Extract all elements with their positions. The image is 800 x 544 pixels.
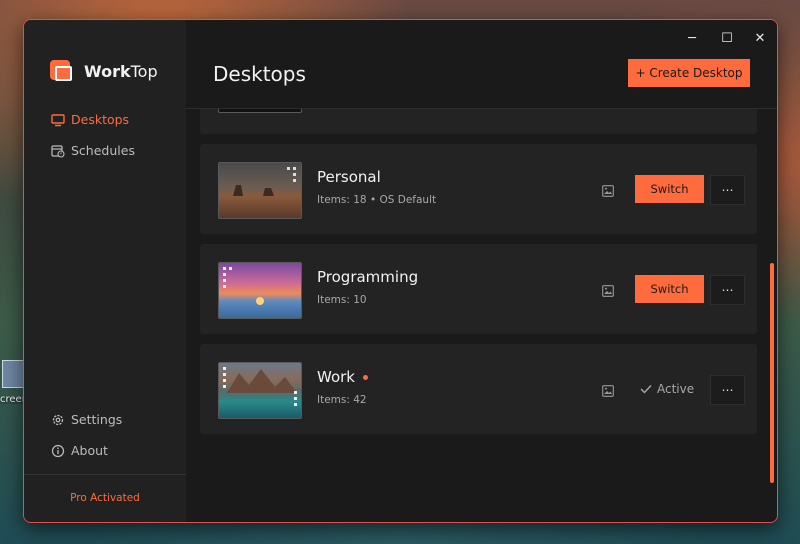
sidebar-item-desktops[interactable]: Desktops	[51, 112, 129, 127]
desktop-file-icon[interactable]	[2, 360, 24, 388]
more-options-icon[interactable]: ⋯	[710, 275, 745, 305]
license-status: Pro Activated	[70, 492, 140, 504]
desktop-card: Work Items: 42 Active ⋯	[200, 344, 757, 434]
sidebar-item-label: Settings	[71, 412, 123, 427]
brand-name: WorkTop	[84, 61, 158, 81]
image-icon[interactable]	[602, 382, 614, 397]
desktop-meta: Items: 18 • OS Default	[317, 194, 437, 206]
desktop-thumbnail	[218, 162, 302, 219]
desktop-name: Personal	[317, 168, 381, 186]
sidebar-item-about[interactable]: About	[51, 443, 108, 458]
more-options-icon[interactable]: ⋯	[710, 375, 745, 405]
main-panel: Desktops + Create Desktop ─ ☐ ✕ Personal…	[186, 20, 777, 522]
sidebar: WorkTop Desktops Schedules Settings Abou…	[24, 20, 186, 522]
sidebar-item-label: Desktops	[71, 112, 130, 127]
desktop-thumbnail	[218, 262, 302, 319]
check-icon	[640, 385, 652, 394]
brand: WorkTop	[50, 60, 158, 82]
create-desktop-button[interactable]: + Create Desktop	[628, 59, 750, 87]
info-icon	[51, 444, 65, 458]
desktop-card: Personal Items: 18 • OS Default Switch ⋯	[200, 144, 757, 234]
desktop-name: Work	[317, 368, 368, 386]
active-indicator-dot	[362, 374, 368, 380]
calendar-clock-icon	[51, 144, 65, 158]
image-icon[interactable]	[602, 282, 614, 297]
desktop-list[interactable]: Personal Items: 18 • OS Default Switch ⋯…	[186, 109, 777, 522]
sidebar-item-schedules[interactable]: Schedules	[51, 143, 135, 158]
monitor-icon	[51, 113, 65, 127]
desktop-card: Programming Items: 10 Switch ⋯	[200, 244, 757, 334]
more-options-icon[interactable]: ⋯	[710, 175, 745, 205]
page-title: Desktops	[213, 62, 306, 86]
header: Desktops + Create Desktop ─ ☐ ✕	[186, 20, 777, 109]
sidebar-divider	[24, 474, 186, 475]
app-window: WorkTop Desktops Schedules Settings Abou…	[23, 19, 778, 523]
desktop-thumbnail	[218, 109, 302, 113]
minimize-icon[interactable]: ─	[684, 30, 700, 46]
close-icon[interactable]: ✕	[752, 30, 768, 46]
desktop-meta: Items: 10	[317, 294, 367, 306]
gear-icon	[51, 413, 65, 427]
switch-button[interactable]: Switch	[635, 175, 704, 203]
switch-button[interactable]: Switch	[635, 275, 704, 303]
desktop-meta: Items: 42	[317, 394, 367, 406]
scrollbar-thumb[interactable]	[770, 263, 774, 483]
sidebar-item-settings[interactable]: Settings	[51, 412, 122, 427]
sidebar-item-label: Schedules	[71, 143, 135, 158]
desktop-card-partial	[200, 109, 757, 134]
image-icon[interactable]	[602, 182, 614, 197]
desktop-name: Programming	[317, 268, 419, 286]
worktop-logo-icon	[50, 60, 72, 82]
sidebar-item-label: About	[71, 443, 108, 458]
desktop-thumbnail	[218, 362, 302, 419]
active-status: Active	[640, 382, 694, 396]
maximize-icon[interactable]: ☐	[719, 30, 735, 46]
